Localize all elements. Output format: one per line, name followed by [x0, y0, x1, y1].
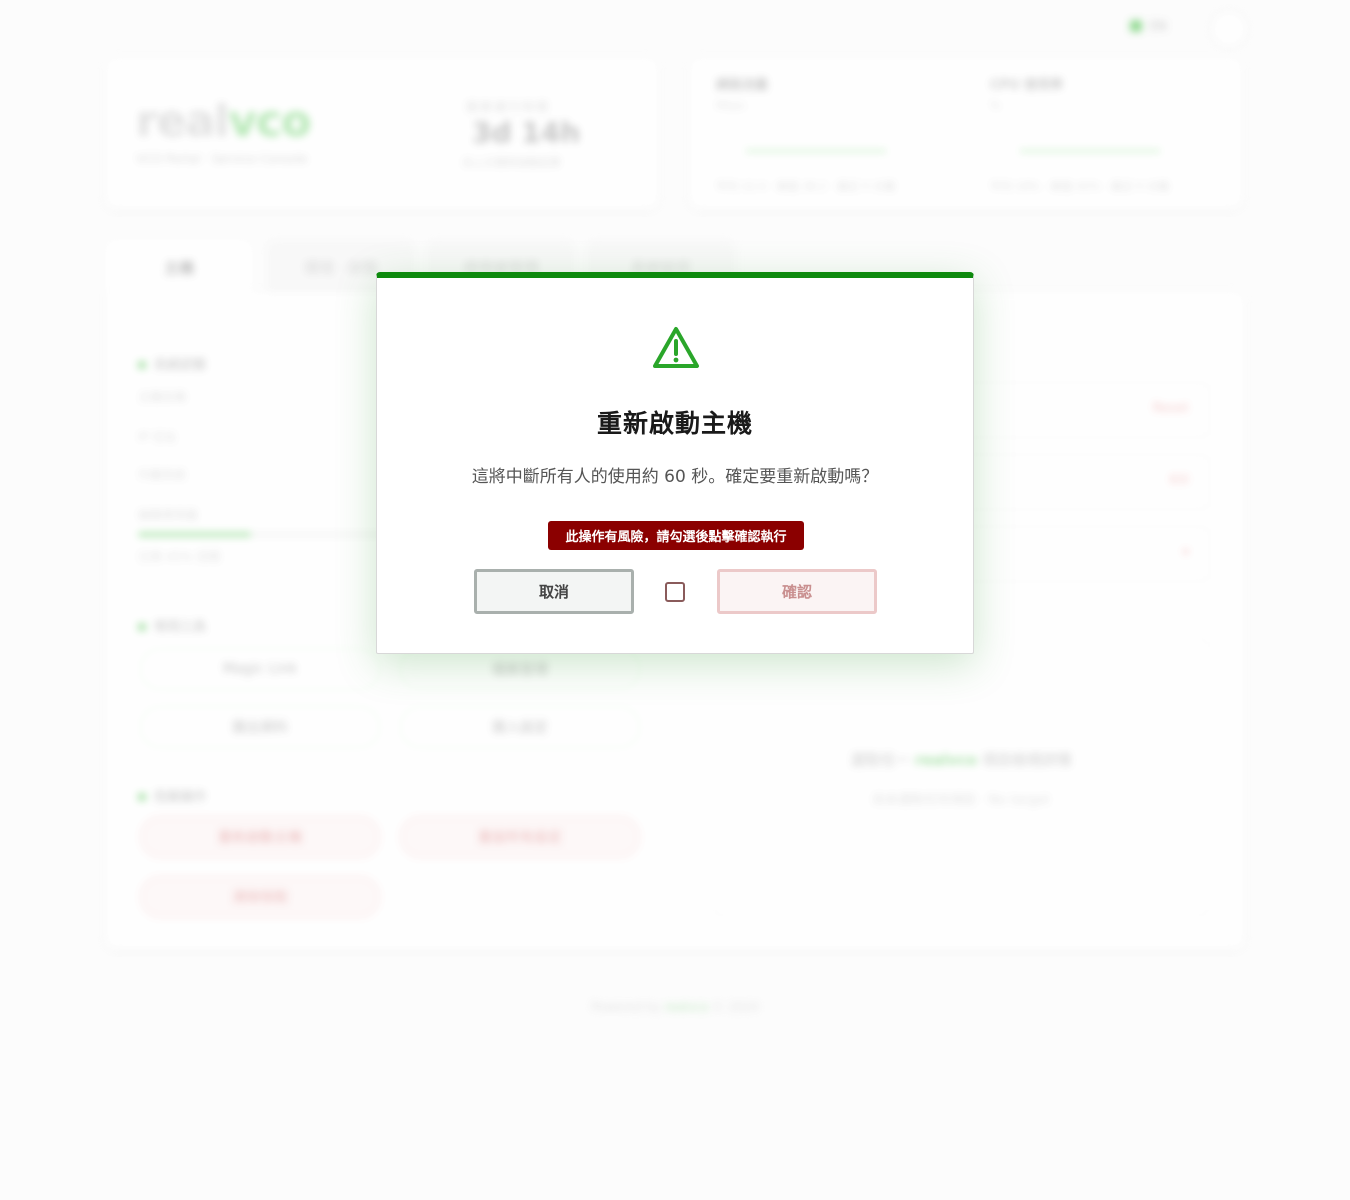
risk-acknowledge-checkbox[interactable]	[665, 582, 685, 602]
cancel-button[interactable]: 取消	[474, 569, 634, 614]
dialog-title: 重新啟動主機	[596, 409, 753, 438]
dialog-message: 這將中斷所有人的使用約 60 秒。確定要重新啟動嗎？	[471, 467, 879, 487]
restart-confirm-dialog: 重新啟動主機 這將中斷所有人的使用約 60 秒。確定要重新啟動嗎？ 此操作有風險…	[376, 272, 974, 654]
risk-notice-badge: 此操作有風險，請勾選後點擊確認執行	[548, 521, 804, 550]
confirm-button[interactable]: 確認	[717, 569, 877, 614]
warning-triangle-icon	[653, 327, 699, 368]
